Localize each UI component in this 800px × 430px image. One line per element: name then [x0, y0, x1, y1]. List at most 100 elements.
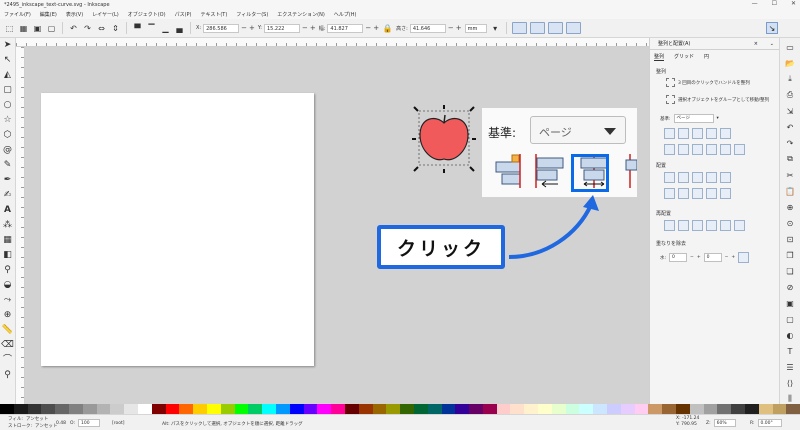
rotation-input[interactable]: 0.00° [757, 419, 782, 427]
color-swatch[interactable] [331, 404, 345, 414]
color-swatch[interactable] [772, 404, 787, 414]
color-swatch[interactable] [124, 404, 138, 414]
option-move-as-group[interactable]: 選択オブジェクトをグループとして移動/整列 [666, 95, 769, 104]
color-swatch[interactable] [551, 404, 566, 414]
color-swatch[interactable] [703, 404, 718, 414]
menu-extensions[interactable]: エクステンション(N) [277, 11, 325, 18]
y-increment-button[interactable]: + [310, 24, 316, 32]
color-swatch[interactable] [786, 404, 800, 414]
menu-layer[interactable]: レイヤー(L) [92, 11, 119, 18]
zoom-drawing-icon[interactable]: ⊙ [785, 218, 795, 228]
color-swatch[interactable] [455, 404, 470, 414]
color-swatch[interactable] [634, 404, 649, 414]
menu-path[interactable]: パス(P) [175, 11, 192, 18]
y-input[interactable]: 15.222 [263, 23, 300, 33]
y-decrement-button[interactable]: − [302, 24, 308, 32]
minimize-button[interactable]: — [752, 0, 758, 7]
align-right-edges-icon[interactable] [706, 128, 717, 139]
color-swatch[interactable] [206, 404, 221, 414]
color-swatch[interactable] [220, 404, 235, 414]
undo-icon[interactable]: ↶ [785, 122, 795, 132]
menu-text[interactable]: テキスト(T) [200, 11, 227, 18]
distribute-gaps-h-icon[interactable] [706, 172, 717, 183]
panel-title[interactable]: 整列と配置(A) [658, 40, 690, 47]
dropper-tool-icon[interactable]: ⚲ [2, 265, 13, 276]
h-gap-decrement-button[interactable]: − [690, 255, 694, 260]
height-input[interactable]: 41.646 [409, 23, 446, 33]
align-right-of-anchor-icon[interactable] [664, 128, 675, 139]
scale-stroke-button[interactable] [511, 22, 527, 34]
unclump-icon[interactable] [734, 220, 745, 231]
distribute-gaps-v-icon[interactable] [706, 188, 717, 199]
width-decrement-button[interactable]: − [365, 24, 371, 32]
zoom-tool-icon[interactable]: ⊕ [2, 310, 13, 321]
connector-tool-icon[interactable]: ⤳ [2, 295, 13, 306]
color-swatch[interactable] [386, 404, 401, 414]
color-swatch[interactable] [55, 404, 69, 414]
fill-stroke-indicator[interactable]: フィル: アンセット ストローク: アンセット [8, 416, 57, 429]
distribute-baseline-icon[interactable] [720, 188, 731, 199]
distribute-top-icon[interactable] [664, 188, 675, 199]
zoom-selection-icon[interactable]: ⊕ [785, 202, 795, 212]
raise-to-top-icon[interactable]: ▀ [132, 23, 143, 34]
ungroup-icon[interactable]: ▢ [785, 314, 795, 324]
lower-to-bottom-icon[interactable]: ▄ [174, 23, 185, 34]
deselect-icon[interactable]: ▣ [32, 23, 43, 34]
color-swatch[interactable] [524, 404, 539, 414]
text-tool-icon[interactable]: A [2, 205, 13, 216]
menu-view[interactable]: 表示(V) [66, 11, 83, 18]
lpe-tool-icon[interactable]: ⌒ [2, 355, 13, 366]
fill-stroke-icon[interactable]: ◐ [785, 330, 795, 340]
color-swatch[interactable] [0, 404, 14, 414]
color-swatch[interactable] [372, 404, 387, 414]
color-swatch[interactable] [234, 404, 249, 414]
close-button[interactable]: ✕ [791, 0, 796, 7]
apple-object[interactable] [408, 103, 480, 175]
x-decrement-button[interactable]: − [241, 24, 247, 32]
color-swatch[interactable] [579, 404, 594, 414]
color-swatch[interactable] [538, 404, 552, 414]
paste-icon[interactable]: 📋 [785, 186, 795, 196]
color-swatch[interactable] [96, 404, 111, 414]
distribute-right-icon[interactable] [692, 172, 703, 183]
chevron-down-icon[interactable]: ▾ [717, 116, 719, 121]
search-icon[interactable]: ⚲ [2, 370, 13, 381]
distribute-text-icon[interactable] [720, 172, 731, 183]
align-bottom-of-anchor-icon[interactable] [664, 144, 675, 155]
redo-icon[interactable]: ↷ [785, 138, 795, 148]
distribute-center-icon[interactable] [678, 172, 689, 183]
unlink-clone-icon[interactable]: ⊘ [785, 282, 795, 292]
ellipse-tool-icon[interactable]: ○ [2, 100, 13, 111]
save-icon[interactable]: ⤓ [785, 74, 795, 84]
vertical-ruler[interactable] [16, 47, 25, 404]
cut-icon[interactable]: ✂ [785, 170, 795, 180]
randomize-icon[interactable] [720, 220, 731, 231]
color-swatch[interactable] [717, 404, 732, 414]
menu-file[interactable]: ファイル(F) [4, 11, 31, 18]
h-gap-input[interactable]: 0 [669, 253, 688, 262]
color-swatch[interactable] [510, 404, 525, 414]
color-swatch[interactable] [758, 404, 773, 414]
flip-horizontal-icon[interactable]: ⇔ [96, 23, 107, 34]
snap-toggle-button[interactable]: ↘ [766, 22, 778, 34]
zoom-input[interactable]: 60% [713, 419, 736, 427]
select-all-icon[interactable]: ⬚ [4, 23, 15, 34]
color-palette[interactable] [0, 404, 800, 414]
align-right-icon[interactable] [625, 154, 637, 188]
unit-select[interactable]: mm [464, 23, 487, 33]
color-swatch[interactable] [317, 404, 332, 414]
pencil-tool-icon[interactable]: ✎ [2, 160, 13, 171]
calligraphy-tool-icon[interactable]: ✍ [2, 190, 13, 201]
xml-editor-icon[interactable]: ⟨⟩ [785, 378, 795, 388]
opacity-input[interactable]: 100 [77, 419, 100, 427]
touch-select-icon[interactable]: ▢ [46, 23, 57, 34]
chevron-down-icon[interactable]: ▾ [490, 23, 501, 34]
color-swatch[interactable] [496, 404, 511, 414]
distribute-bottom-icon[interactable] [692, 188, 703, 199]
flip-vertical-icon[interactable]: ⇕ [110, 23, 121, 34]
x-increment-button[interactable]: + [249, 24, 255, 32]
color-swatch[interactable] [358, 404, 373, 414]
align-top-of-anchor-icon[interactable] [720, 144, 731, 155]
group-icon[interactable]: ▣ [785, 298, 795, 308]
open-icon[interactable]: 📂 [785, 58, 795, 68]
